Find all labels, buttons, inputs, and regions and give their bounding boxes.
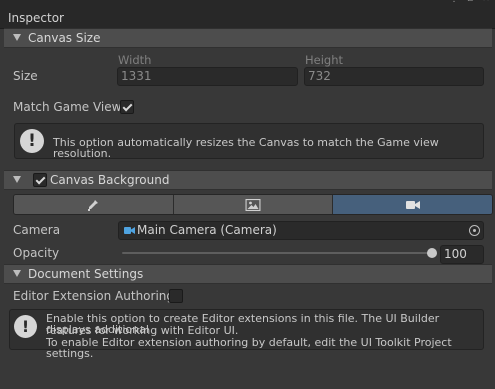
camera-mode-button[interactable] (333, 195, 492, 214)
size-label: Size (13, 69, 38, 83)
canvas-background-foldout[interactable]: Canvas Background (4, 170, 492, 190)
info-icon: ! (14, 315, 37, 338)
camera-label: Camera (13, 223, 61, 237)
foldout-arrow-icon (13, 176, 21, 183)
image-mode-button[interactable] (173, 195, 334, 214)
background-mode-selector (13, 194, 493, 215)
canvas-background-header: Canvas Background (50, 173, 170, 187)
opacity-slider-track[interactable] (122, 252, 432, 254)
camera-icon (405, 200, 420, 209)
close-icon[interactable]: ✕ (481, 0, 491, 4)
foldout-arrow-icon (13, 34, 21, 41)
object-picker-icon[interactable] (469, 225, 480, 236)
info-icon: ! (20, 129, 44, 153)
color-picker-icon (88, 199, 99, 211)
document-settings-foldout[interactable]: Document Settings (4, 264, 492, 284)
help-line-2: features for working with Editor UI. (46, 324, 239, 337)
foldout-arrow-icon (13, 270, 21, 277)
match-game-view-checkbox[interactable] (120, 100, 134, 114)
color-mode-button[interactable] (14, 195, 174, 214)
maximize-icon[interactable]: ▫ (465, 0, 475, 4)
inspector-tab-header: Inspector ⋮ ▫ ✕ (0, 0, 495, 29)
camera-object-field[interactable]: Main Camera (Camera) (118, 221, 484, 240)
window-controls: ⋮ ▫ ✕ (449, 0, 491, 4)
canvas-size-foldout[interactable]: Canvas Size (4, 28, 492, 48)
editor-extension-label: Editor Extension Authoring (13, 289, 175, 303)
height-field[interactable]: 732 (304, 67, 484, 86)
more-options-icon[interactable]: ⋮ (449, 0, 459, 4)
camera-icon (124, 227, 135, 234)
canvas-size-helpbox: ! This option automatically resizes the … (14, 123, 484, 159)
image-icon (245, 198, 261, 211)
height-label: Height (305, 53, 344, 67)
inspector-panel: Inspector ⋮ ▫ ✕ Canvas Size Width Height… (0, 0, 495, 389)
canvas-size-header: Canvas Size (28, 31, 101, 45)
document-settings-helpbox: ! Enable this option to create Editor ex… (9, 309, 484, 359)
opacity-label: Opacity (13, 246, 60, 260)
camera-value: Main Camera (Camera) (137, 223, 277, 237)
opacity-slider-thumb[interactable] (427, 248, 437, 258)
editor-extension-checkbox[interactable] (169, 289, 183, 303)
inspector-title[interactable]: Inspector (8, 11, 64, 25)
width-label: Width (118, 53, 152, 67)
width-field[interactable]: 1331 (117, 67, 298, 86)
match-game-view-label: Match Game View (13, 100, 122, 114)
canvas-size-help-text: This option automatically resizes the Ca… (53, 136, 439, 160)
opacity-value-field[interactable]: 100 (440, 245, 484, 264)
canvas-background-toggle[interactable] (33, 173, 47, 187)
help-line-3: To enable Editor extension authoring by … (46, 336, 452, 360)
document-settings-header: Document Settings (28, 267, 144, 281)
